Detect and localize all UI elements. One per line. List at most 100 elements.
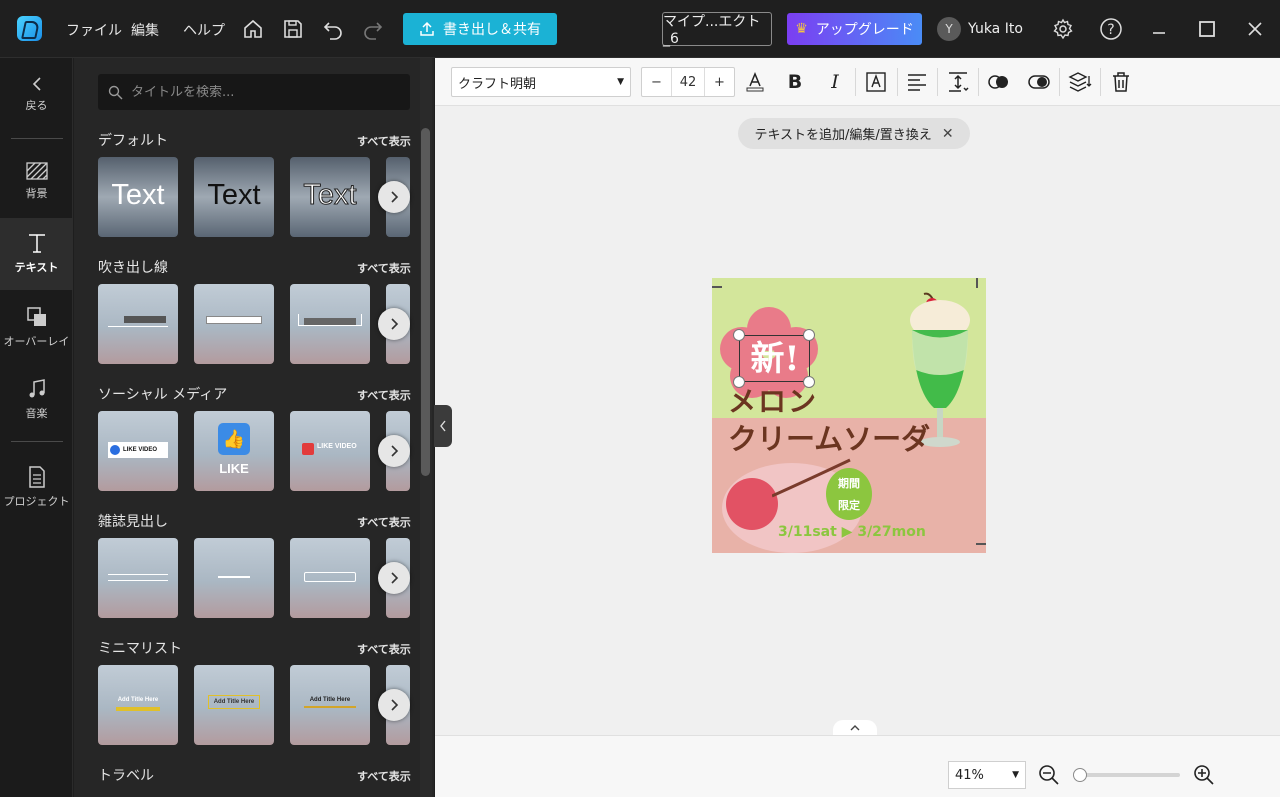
zoom-in-icon[interactable] <box>1191 762 1217 788</box>
zoom-slider-handle[interactable] <box>1073 768 1087 782</box>
chevron-right-icon[interactable] <box>378 689 410 721</box>
canvas-title-line1[interactable]: メロン <box>728 380 818 420</box>
nav-background[interactable]: 背景 <box>0 162 73 201</box>
design-canvas[interactable]: 新! メロン クリームソーダ 期間 限定 3/11sat ▶ 3/27mon <box>712 278 986 553</box>
upgrade-button[interactable]: ♛ アップグレード <box>787 13 922 45</box>
canvas-dates[interactable]: 3/11sat ▶ 3/27mon <box>778 524 926 540</box>
title-thumbnail[interactable]: Add Title Here <box>290 665 370 745</box>
save-icon[interactable] <box>280 16 306 42</box>
layers-icon[interactable] <box>1067 69 1093 95</box>
help-icon[interactable]: ? <box>1098 16 1124 42</box>
font-family-select[interactable]: クラフト明朝 ▼ <box>451 67 631 97</box>
title-thumbnail[interactable] <box>290 538 370 618</box>
panel-scrollbar[interactable] <box>421 128 430 476</box>
chevron-left-icon <box>440 420 446 432</box>
avatar[interactable]: Y <box>937 17 961 41</box>
project-name-button[interactable]: マイプ...エクト_6 <box>662 12 772 47</box>
toolbar-divider <box>1059 68 1060 96</box>
nav-background-label: 背景 <box>25 187 48 200</box>
title-thumbnail[interactable]: Add Title Here <box>194 665 274 745</box>
category-title: ミニマリスト <box>98 641 182 657</box>
chevron-right-icon[interactable] <box>378 562 410 594</box>
resize-handle[interactable] <box>803 329 815 341</box>
nav-music[interactable]: 音楽 <box>0 378 73 421</box>
title-thumbnail[interactable] <box>194 284 274 364</box>
menu-help[interactable]: ヘルプ <box>183 20 225 40</box>
chevron-right-icon[interactable] <box>378 181 410 213</box>
bold-icon[interactable]: B <box>782 69 808 95</box>
resize-handle[interactable] <box>733 329 745 341</box>
chevron-right-icon[interactable] <box>378 308 410 340</box>
search-box[interactable] <box>98 74 410 110</box>
search-input[interactable] <box>131 84 391 100</box>
title-thumbnail[interactable]: Add Title Here <box>98 665 178 745</box>
menu-file[interactable]: ファイル <box>66 20 122 40</box>
nav-text[interactable]: テキスト <box>0 218 73 290</box>
limited-line1: 期間 <box>838 477 860 490</box>
thumbnail-text: Add Title Here <box>208 695 260 709</box>
redo-icon[interactable] <box>360 16 386 42</box>
title-thumbnail[interactable]: Text <box>194 157 274 237</box>
text-box-icon[interactable] <box>863 69 889 95</box>
toolbar-divider <box>937 68 938 96</box>
show-all-link[interactable]: すべて表示 <box>357 641 411 657</box>
close-icon[interactable]: ✕ <box>942 126 954 142</box>
canvas-title-line2[interactable]: クリームソーダ <box>728 416 930 458</box>
home-icon[interactable] <box>240 16 266 42</box>
title-thumbnail[interactable] <box>290 284 370 364</box>
gear-icon[interactable] <box>1050 16 1076 42</box>
show-all-link[interactable]: すべて表示 <box>357 260 411 276</box>
toolbar-divider <box>897 68 898 96</box>
italic-icon[interactable]: I <box>822 69 848 95</box>
title-bar: ファイル 編集 ヘルプ 書き出し＆共有 マイプ...エクト_6 ♛ アップグレー… <box>0 0 1280 58</box>
title-thumbnail[interactable]: 👍 LIKE <box>194 411 274 491</box>
close-icon[interactable] <box>1242 16 1268 42</box>
font-size-stepper[interactable]: − 42 + <box>641 67 735 97</box>
nav-overlay-label: オーバーレイ <box>3 335 70 348</box>
line-spacing-icon[interactable] <box>945 69 971 95</box>
text-color-icon[interactable] <box>742 69 768 95</box>
title-thumbnail[interactable]: LIKE VIDEO <box>98 411 178 491</box>
menu-edit[interactable]: 編集 <box>131 20 159 40</box>
background-icon <box>25 162 48 180</box>
show-all-link[interactable]: すべて表示 <box>357 387 411 403</box>
caret-down-icon: ▼ <box>617 77 624 87</box>
zoom-slider[interactable] <box>1074 773 1180 777</box>
font-size-value[interactable]: 42 <box>672 68 704 96</box>
toolbar-divider <box>855 68 856 96</box>
show-all-link[interactable]: すべて表示 <box>357 768 411 784</box>
nav-overlay[interactable]: オーバーレイ <box>0 306 73 349</box>
increase-size-button[interactable]: + <box>704 68 734 96</box>
show-all-link[interactable]: すべて表示 <box>357 514 411 530</box>
undo-icon[interactable] <box>320 16 346 42</box>
nav-project[interactable]: プロジェクト <box>0 466 73 509</box>
nav-back[interactable]: 戻る <box>0 76 73 113</box>
decrease-size-button[interactable]: − <box>642 68 672 96</box>
minimize-icon[interactable] <box>1146 16 1172 42</box>
align-left-icon[interactable] <box>904 69 930 95</box>
title-thumbnail[interactable] <box>194 538 274 618</box>
expand-timeline-button[interactable] <box>833 720 877 735</box>
collapse-panel-button[interactable] <box>434 405 452 447</box>
title-thumbnail[interactable]: Text <box>98 157 178 237</box>
chevron-right-icon[interactable] <box>378 435 410 467</box>
selection-box[interactable] <box>739 335 810 382</box>
limited-badge[interactable]: 期間 限定 <box>826 468 872 520</box>
left-nav: 戻る 背景 テキスト オーバーレイ 音楽 プロジェクト <box>0 58 73 797</box>
maximize-icon[interactable] <box>1194 16 1220 42</box>
title-thumbnail[interactable]: Text <box>290 157 370 237</box>
document-icon <box>28 466 45 488</box>
export-share-button[interactable]: 書き出し＆共有 <box>403 13 557 45</box>
delete-icon[interactable] <box>1108 69 1134 95</box>
user-name[interactable]: Yuka Ito <box>968 21 1023 37</box>
opacity-icon[interactable] <box>986 69 1012 95</box>
title-thumbnail[interactable] <box>98 284 178 364</box>
title-thumbnail[interactable]: LIKE VIDEO <box>290 411 370 491</box>
title-thumbnail[interactable] <box>98 538 178 618</box>
show-all-link[interactable]: すべて表示 <box>357 133 411 149</box>
font-family-value: クラフト明朝 <box>458 76 537 92</box>
hint-chip[interactable]: テキストを追加/編集/置き換え ✕ <box>738 118 970 149</box>
zoom-select[interactable]: 41% ▼ <box>948 761 1026 789</box>
shadow-icon[interactable] <box>1026 69 1052 95</box>
zoom-out-icon[interactable] <box>1036 762 1062 788</box>
